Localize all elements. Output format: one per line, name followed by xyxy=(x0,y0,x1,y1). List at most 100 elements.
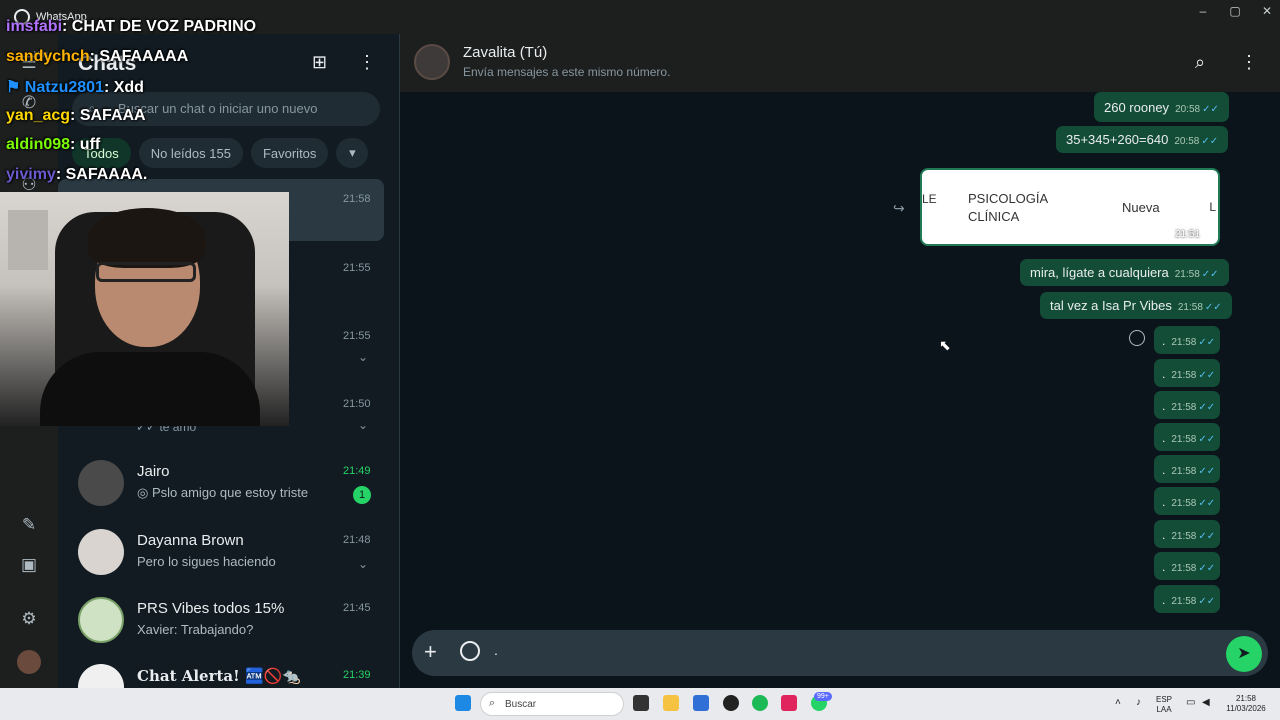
chat-last-message: Pero lo sigues haciendo xyxy=(137,554,276,569)
microphone-icon[interactable]: ♪ xyxy=(1136,698,1141,708)
stream-chat-msg: : Xdd xyxy=(103,79,144,96)
menu-kebab-icon[interactable]: ⋮ xyxy=(1240,52,1258,73)
store-icon[interactable] xyxy=(693,695,709,711)
media-gallery-icon[interactable]: ▣ xyxy=(18,554,40,576)
message-bubble[interactable]: . 21:58 ✓✓ xyxy=(1154,455,1220,483)
avatar xyxy=(78,529,124,575)
message-bubble[interactable]: . 21:58 ✓✓ xyxy=(1154,391,1220,419)
lang-layout: LAA xyxy=(1156,705,1172,714)
new-chat-icon[interactable]: ⊞ xyxy=(312,52,327,73)
stream-chat-line: yan_acg: SAFAAA xyxy=(6,107,146,125)
message-bubble[interactable]: 35+345+260=640 20:58 ✓✓ xyxy=(1056,126,1229,153)
message-bubble[interactable]: . 21:58 ✓✓ xyxy=(1154,359,1220,387)
message-text: . xyxy=(1162,334,1166,348)
obs-icon[interactable] xyxy=(723,695,739,711)
clock[interactable]: 21:58 11/03/2026 xyxy=(1222,694,1270,714)
double-check-icon: ✓✓ xyxy=(1204,302,1222,313)
conversation-header[interactable]: Zavalita (Tú) Envía mensajes a este mism… xyxy=(400,34,1280,92)
message-text: . xyxy=(1162,495,1166,509)
search-icon[interactable]: ⌕ xyxy=(1195,52,1205,73)
message-bubble[interactable]: . 21:58 ✓✓ xyxy=(1154,487,1220,515)
message-bubble[interactable]: 260 rooney 20:58 ✓✓ xyxy=(1094,92,1229,122)
close-button[interactable]: ✕ xyxy=(1250,4,1280,18)
minimize-button[interactable]: – xyxy=(1186,4,1220,18)
message-time: 21:58 xyxy=(1174,269,1200,280)
contact-avatar[interactable] xyxy=(414,44,450,80)
message-bubble[interactable]: . 21:58 ✓✓ xyxy=(1154,326,1220,354)
attach-plus-icon[interactable]: + xyxy=(424,639,437,665)
double-check-icon: ✓✓ xyxy=(1198,466,1216,477)
stream-chat-user: imsfabi xyxy=(6,18,63,35)
chat-time: 21:45 xyxy=(343,602,371,614)
chat-time: 21:49 xyxy=(343,465,371,477)
filter-no-leidos[interactable]: No leídos 155 xyxy=(138,138,243,168)
filter-more-chevron-icon[interactable]: ▾ xyxy=(336,138,369,168)
message-time: 21:58 xyxy=(1171,466,1197,477)
chevron-down-icon[interactable]: ⌄ xyxy=(358,418,368,432)
stream-chat-line: ⚑ Natzu2801: Xdd xyxy=(6,77,144,97)
search-icon: ⌕ xyxy=(489,697,496,709)
image-text-title: PSICOLOGÍA CLÍNICA xyxy=(968,191,1048,224)
tray-chevron-icon[interactable]: ˄ xyxy=(1115,698,1121,708)
message-time: 21:58 xyxy=(1171,498,1197,509)
chat-row-jairo[interactable]: Jairo ◎ Pslo amigo que estoy triste 21:4… xyxy=(58,450,388,518)
chat-name: Dayanna Brown xyxy=(137,532,244,549)
double-check-icon: ✓✓ xyxy=(1198,370,1216,381)
sticker-emoji-icon[interactable] xyxy=(460,641,480,661)
chevron-down-icon[interactable]: ⌄ xyxy=(358,350,368,364)
starred-messages-icon[interactable]: ✎ xyxy=(18,514,40,536)
tiktok-icon[interactable] xyxy=(781,695,797,711)
message-bubble[interactable]: . 21:58 ✓✓ xyxy=(1154,423,1220,451)
maximize-button[interactable]: ▢ xyxy=(1218,4,1252,18)
volume-icon[interactable]: ◀ xyxy=(1202,698,1210,708)
menu-kebab-icon[interactable]: ⋮ xyxy=(358,52,376,73)
message-input[interactable]: . xyxy=(494,642,498,658)
profile-avatar[interactable] xyxy=(17,650,41,674)
double-check-icon: ✓✓ xyxy=(1198,531,1216,542)
lang-code: ESP xyxy=(1156,695,1173,704)
avatar xyxy=(78,597,124,643)
chat-time: 21:55 xyxy=(343,262,371,274)
language-indicator[interactable]: ESP LAA xyxy=(1156,695,1172,715)
message-bubble[interactable]: mira, lígate a cualquiera 21:58 ✓✓ xyxy=(1020,259,1229,286)
spotify-icon[interactable] xyxy=(752,695,768,711)
react-emoji-icon[interactable] xyxy=(1129,330,1145,346)
message-time: 21:58 xyxy=(1171,370,1197,381)
message-bubble[interactable]: . 21:58 ✓✓ xyxy=(1154,552,1220,580)
stream-chat-line: yivimy: SAFAAAA. xyxy=(6,166,147,184)
person-glasses xyxy=(96,262,196,282)
taskbar-search[interactable]: ⌕ Buscar xyxy=(480,692,624,716)
chat-time: 21:50 xyxy=(343,398,371,410)
chat-row-prs-vibes[interactable]: PRS Vibes todos 15% Xavier: Trabajando? … xyxy=(58,587,388,655)
stream-chat-msg: : CHAT DE VOZ PADRINO xyxy=(62,18,257,35)
network-icon[interactable]: ▭ xyxy=(1186,698,1195,708)
stream-chat-msg: : uff xyxy=(70,136,101,153)
image-message[interactable]: LE PSICOLOGÍA CLÍNICA Nueva L 21:51 xyxy=(920,168,1220,246)
stream-chat-user: yivimy xyxy=(6,166,56,183)
send-button[interactable]: ➤ xyxy=(1226,636,1262,672)
chat-row-dayanna[interactable]: Dayanna Brown Pero lo sigues haciendo 21… xyxy=(58,519,388,587)
unread-badge: 1 xyxy=(353,486,371,504)
chat-name: PRS Vibes todos 15% xyxy=(137,600,285,617)
clock-time: 21:58 xyxy=(1235,694,1257,703)
message-text: . xyxy=(1162,528,1166,542)
chevron-down-icon[interactable]: ⌄ xyxy=(358,557,368,571)
forward-icon[interactable]: ↪ xyxy=(893,200,905,217)
file-explorer-icon[interactable] xyxy=(663,695,679,711)
message-bubble[interactable]: . 21:58 ✓✓ xyxy=(1154,585,1220,613)
task-view-icon[interactable] xyxy=(633,695,649,711)
chat-time: 21:39 xyxy=(343,669,371,681)
filter-chips: Todos No leídos 155 Favoritos ▾ xyxy=(72,138,369,168)
clock-date: 11/03/2026 xyxy=(1226,704,1266,713)
message-time: 21:58 xyxy=(1171,531,1197,542)
chat-row-alerta[interactable]: Chat Alerta! 🏧🚫🐀 21:39 xyxy=(58,654,388,688)
message-bubble[interactable]: . 21:58 ✓✓ xyxy=(1154,520,1220,548)
message-bubble[interactable]: tal vez a Isa Pr Vibes 21:58 ✓✓ xyxy=(1040,292,1232,319)
filter-favoritos[interactable]: Favoritos xyxy=(250,138,329,168)
chat-time: 21:48 xyxy=(343,534,371,546)
settings-gear-icon[interactable]: ⚙ xyxy=(18,608,40,630)
stream-chat-msg: : SAFAAAAA xyxy=(89,48,189,65)
message-text: 35+345+260=640 xyxy=(1066,132,1169,147)
double-check-icon: ✓✓ xyxy=(1198,596,1216,607)
windows-start-icon[interactable] xyxy=(455,695,471,711)
